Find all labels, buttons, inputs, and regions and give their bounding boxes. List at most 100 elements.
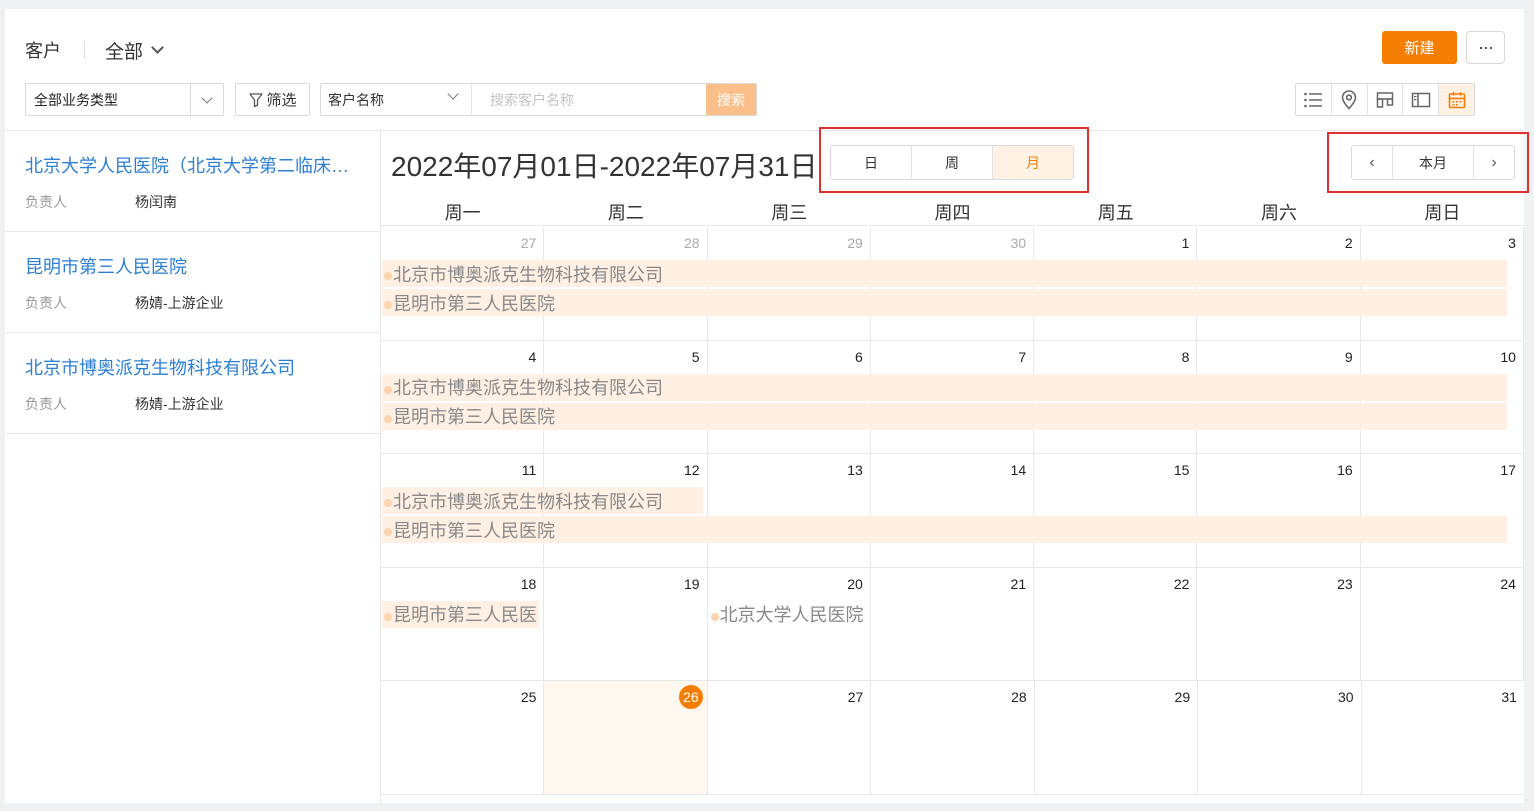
calendar-day-cell[interactable]: 21 — [871, 567, 1035, 680]
customer-name-link[interactable]: 北京市博奥派克生物科技有限公司 — [25, 354, 365, 380]
day-number: 7 — [1018, 348, 1027, 365]
calendar-day-cell[interactable]: 29 — [1035, 681, 1199, 794]
business-type-select[interactable]: 全部业务类型 — [25, 83, 224, 116]
map-pin-icon — [1341, 89, 1357, 110]
day-number: 3 — [1508, 235, 1516, 251]
list-icon — [1304, 92, 1323, 107]
chevron-down-icon — [447, 88, 459, 100]
map-view-button[interactable] — [1332, 84, 1368, 115]
calendar-day-cell[interactable]: 13 — [708, 454, 871, 567]
day-number: 9 — [1344, 348, 1353, 365]
weekday-header: 周一 周二 周三 周四 周五 周六 周日 — [381, 196, 1524, 226]
weekday-label: 周二 — [607, 203, 644, 223]
calendar-day-cell[interactable]: 30 — [1198, 681, 1362, 794]
calendar-day-cell[interactable]: 26 — [544, 681, 708, 794]
calendar-day-cell[interactable]: 19 — [544, 567, 708, 680]
customer-list-item[interactable]: 北京大学人民医院（北京大学第二临床医学院） 负责人 杨闰南 — [5, 131, 380, 232]
calendar-day-cell[interactable]: 31 — [1362, 681, 1524, 794]
day-number: 23 — [1337, 575, 1353, 592]
kanban-view-button[interactable] — [1368, 84, 1404, 115]
search-input[interactable] — [472, 84, 706, 115]
owner-value: 杨闰南 — [135, 194, 177, 210]
calendar-view-button[interactable] — [1439, 84, 1474, 115]
new-button[interactable]: 新建 — [1382, 31, 1457, 64]
calendar-event[interactable]: 昆明市第三人民医院 — [382, 402, 1507, 430]
search-group: 客户名称 搜索 — [320, 83, 757, 116]
day-number: 25 — [520, 689, 537, 705]
calendar-day-cell[interactable]: 22 — [1034, 567, 1198, 680]
filter-button[interactable]: 筛选 — [235, 83, 310, 116]
calendar-day-cell[interactable]: 24 — [1361, 567, 1524, 680]
weekday-label: 周日 — [1424, 203, 1461, 223]
day-number: 27 — [847, 689, 864, 705]
weekday-label: 周五 — [1097, 203, 1134, 223]
kanban-icon — [1376, 91, 1394, 108]
owner-value: 杨婧-上游企业 — [135, 295, 224, 311]
calendar-icon — [1448, 91, 1465, 108]
calendar-event[interactable]: 昆明市第三人民医院 — [382, 516, 1507, 543]
split-view-button[interactable] — [1403, 84, 1440, 115]
business-type-dropdown-toggle[interactable] — [190, 84, 223, 115]
day-number: 2 — [1344, 235, 1353, 251]
calendar-day-cell[interactable]: 14 — [871, 454, 1035, 567]
day-number: 29 — [847, 235, 863, 251]
nav-highlight-box — [1327, 132, 1529, 193]
day-number: 27 — [520, 235, 537, 251]
filter-label: 筛选 — [266, 92, 297, 109]
day-number: 10 — [1500, 348, 1516, 365]
customer-name-link[interactable]: 北京大学人民医院（北京大学第二临床医学院） — [25, 152, 365, 178]
weekday-label: 周三 — [771, 203, 808, 223]
day-number: 28 — [683, 235, 700, 251]
day-number: 6 — [855, 348, 863, 365]
day-number: 8 — [1181, 348, 1190, 365]
title-divider — [84, 41, 85, 59]
day-number: 11 — [521, 462, 537, 478]
weekday-label: 周一 — [444, 203, 481, 223]
calendar-week-row: 27 28 29 30 1 2 3 北京市博奥派克生物科技有限公司 昆明市第三人民医院 — [381, 227, 1524, 341]
calendar-day-cell[interactable]: 25 — [381, 681, 545, 794]
day-number: 13 — [847, 462, 863, 478]
calendar-day-cell[interactable]: 15 — [1034, 454, 1198, 567]
split-view-icon — [1411, 92, 1431, 107]
scope-dropdown[interactable]: 全部 — [105, 37, 164, 64]
day-number: 4 — [528, 348, 537, 365]
day-number: 16 — [1337, 462, 1353, 478]
calendar-event[interactable]: 昆明市第三人民医院 — [382, 289, 1507, 316]
day-number: 30 — [1010, 235, 1027, 251]
customer-list-item[interactable]: 北京市博奥派克生物科技有限公司 负责人 杨婧-上游企业 — [5, 333, 380, 434]
day-number: 5 — [691, 348, 700, 365]
calendar-day-cell[interactable]: 16 — [1197, 454, 1361, 567]
calendar-event[interactable]: 北京市博奥派克生物科技有限公司 — [382, 487, 703, 514]
calendar-event[interactable]: 北京大学人民医院 — [709, 601, 866, 628]
customer-name-link[interactable]: 昆明市第三人民医院 — [25, 253, 365, 279]
more-button[interactable]: ··· — [1466, 31, 1505, 64]
day-number: 29 — [1174, 689, 1191, 705]
owner-value: 杨婧-上游企业 — [135, 396, 224, 412]
owner-label: 负责人 — [25, 295, 67, 311]
calendar-day-cell[interactable]: 28 — [871, 681, 1035, 794]
app-window: 客户 全部 新建 ··· 全部业务类型 筛选 客户名称 搜索客户名称 搜索 北京… — [5, 9, 1529, 803]
calendar-event[interactable]: 昆明市第三人民医 — [382, 600, 540, 628]
day-number: 20 — [847, 575, 863, 592]
day-number: 1 — [1181, 235, 1190, 251]
funnel-icon — [249, 92, 264, 107]
calendar-event[interactable]: 北京市博奥派克生物科技有限公司 — [382, 260, 1507, 287]
calendar-day-cell[interactable]: 27 — [708, 681, 872, 794]
search-field-value: 客户名称 — [328, 91, 384, 108]
calendar-day-cell[interactable]: 23 — [1197, 567, 1361, 680]
day-number: 17 — [1500, 462, 1516, 478]
weekday-label: 周六 — [1261, 203, 1298, 223]
mode-highlight-box — [819, 127, 1089, 193]
day-number: 19 — [683, 575, 700, 592]
customer-list-item[interactable]: 昆明市第三人民医院 负责人 杨婧-上游企业 — [5, 232, 380, 333]
calendar-event[interactable]: 北京市博奥派克生物科技有限公司 — [382, 373, 1507, 401]
day-number: 14 — [1010, 462, 1027, 478]
list-view-button[interactable] — [1296, 84, 1332, 115]
calendar-week-row: 25 26 27 28 29 30 31 — [381, 681, 1524, 795]
day-number: 30 — [1337, 689, 1354, 705]
search-button[interactable]: 搜索 — [706, 84, 756, 115]
scope-label: 全部 — [105, 42, 144, 63]
calendar-range-title: 2022年07月01日-2022年07月31日 — [391, 151, 818, 182]
search-field-select[interactable]: 客户名称 — [321, 84, 472, 115]
calendar-day-cell[interactable]: 17 — [1361, 454, 1524, 567]
